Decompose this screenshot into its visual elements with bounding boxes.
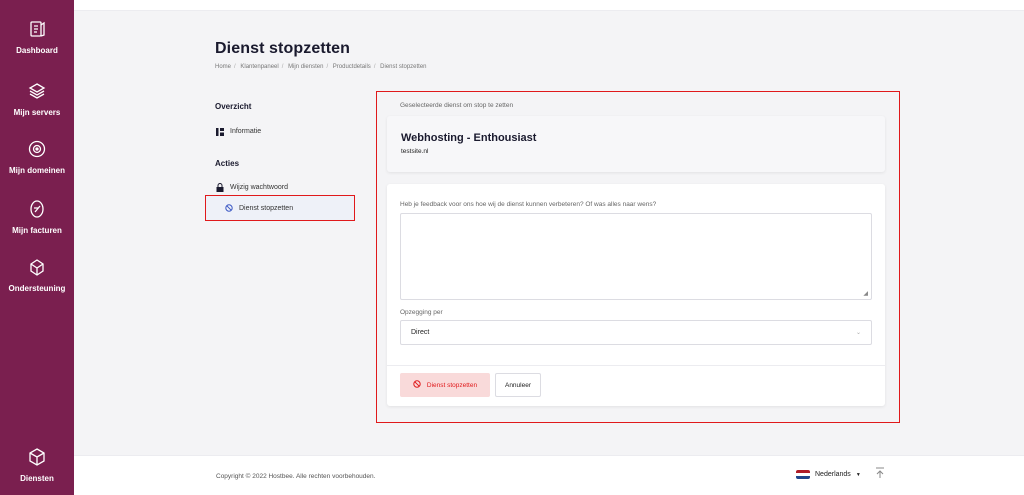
termination-select[interactable]: Direct ⌄	[400, 320, 872, 345]
sidebar-item-invoices[interactable]: Mijn facturen	[0, 198, 74, 235]
cancel-button[interactable]: Annuleer	[495, 373, 541, 397]
menu-item-label: Informatie	[230, 128, 262, 135]
info-icon	[215, 127, 224, 136]
service-card: Webhosting - Enthousiast testsite.nl	[387, 116, 885, 172]
stop-service-button[interactable]: Dienst stopzetten	[400, 373, 490, 397]
breadcrumb-separator: /	[281, 64, 284, 70]
support-icon	[26, 256, 48, 278]
caret-down-icon: ▼	[855, 471, 861, 478]
termination-selected-value: Direct	[411, 329, 430, 336]
sidebar-item-services[interactable]: Diensten	[0, 446, 74, 483]
termination-label: Opzegging per	[400, 309, 443, 316]
service-name: Webhosting - Enthousiast	[401, 132, 537, 144]
breadcrumb-my-services[interactable]: Mijn diensten	[288, 64, 323, 70]
actions-heading: Acties	[215, 159, 240, 168]
selected-service-caption: Geselecteerde dienst om stop te zetten	[400, 102, 514, 109]
service-domain: testsite.nl	[401, 148, 429, 155]
breadcrumb: Home / Klantenpaneel / Mijn diensten / Prod…	[215, 64, 427, 70]
block-icon	[413, 380, 421, 390]
feedback-label: Heb je feedback voor ons hoe wij de dien…	[400, 201, 657, 208]
feedback-textarea[interactable]: ◢	[400, 213, 872, 300]
menu-item-label: Wijzig wachtwoord	[230, 184, 288, 191]
sidebar-item-label: Ondersteuning	[8, 284, 66, 293]
sidebar-item-label: Mijn facturen	[12, 226, 62, 235]
breadcrumb-current: Dienst stopzetten	[380, 64, 427, 70]
sidebar-item-domains[interactable]: Mijn domeinen	[0, 138, 74, 175]
breadcrumb-separator: /	[326, 64, 329, 70]
breadcrumb-separator: /	[234, 64, 236, 70]
stop-service-label: Dienst stopzetten	[426, 381, 478, 389]
top-bar	[74, 0, 1024, 11]
netherlands-flag-icon	[796, 470, 810, 479]
sidebar-item-support[interactable]: Ondersteuning	[0, 256, 74, 293]
arrow-up-icon	[875, 466, 885, 484]
divider	[387, 365, 885, 366]
sidebar-item-label: Mijn domeinen	[9, 166, 65, 175]
sidebar-item-label: Diensten	[20, 474, 54, 483]
menu-item-cancel-service[interactable]: Dienst stopzetten	[205, 195, 355, 221]
breadcrumb-home[interactable]: Home	[215, 64, 231, 70]
footer: Copyright © 2022 Hostbee. Alle rechten v…	[74, 455, 1024, 495]
language-selector[interactable]: Nederlands ▼	[796, 470, 861, 479]
resize-grip-icon[interactable]: ◢	[863, 290, 868, 297]
language-label: Nederlands	[815, 471, 851, 478]
scroll-to-top-button[interactable]	[874, 466, 886, 484]
domains-icon	[26, 138, 48, 160]
breadcrumb-product-details[interactable]: Productdetails	[333, 64, 371, 70]
breadcrumb-separator: /	[373, 64, 376, 70]
dashboard-icon	[26, 18, 48, 40]
lock-icon	[215, 183, 224, 192]
sidebar-item-servers[interactable]: Mijn servers	[0, 80, 74, 117]
cancel-form: Heb je feedback voor ons hoe wij de dien…	[387, 184, 885, 406]
breadcrumb-client-panel[interactable]: Klantenpaneel	[240, 64, 278, 70]
invoices-icon	[26, 198, 48, 220]
chevron-down-icon: ⌄	[855, 330, 861, 336]
sidebar-item-dashboard[interactable]: Dashboard	[0, 18, 74, 55]
sidebar-item-label: Mijn servers	[13, 108, 61, 117]
block-icon	[224, 204, 233, 213]
menu-item-label: Dienst stopzetten	[239, 204, 294, 212]
overview-heading: Overzicht	[215, 102, 252, 111]
services-icon	[26, 446, 48, 468]
menu-item-change-password[interactable]: Wijzig wachtwoord	[215, 183, 288, 192]
sidebar-item-label: Dashboard	[16, 46, 58, 55]
sidebar: Dashboard Mijn servers Mijn domeinen Mij…	[0, 0, 74, 495]
copyright-text: Copyright © 2022 Hostbee. Alle rechten v…	[216, 473, 376, 480]
menu-item-info[interactable]: Informatie	[215, 127, 261, 136]
servers-icon	[26, 80, 48, 102]
page-title: Dienst stopzetten	[215, 40, 351, 57]
